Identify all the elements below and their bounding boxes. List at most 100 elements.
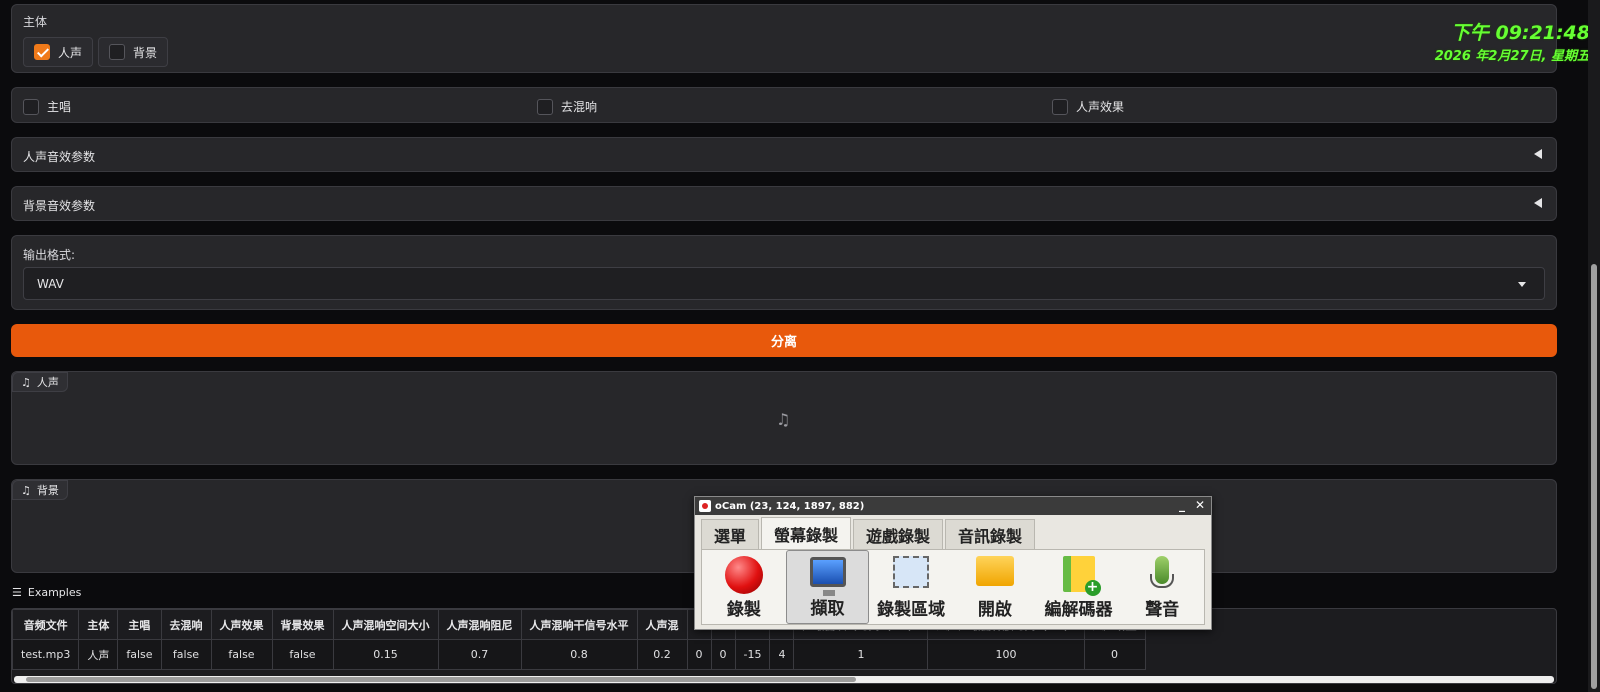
toggle-label: 人声效果 [1076,100,1125,114]
table-header-cell[interactable]: 人声混 [636,609,688,640]
open-button[interactable]: 開啟 [953,550,1037,624]
table-row[interactable]: test.mp3 人声 false false false false 0.15 0.7 0.8… [12,639,1146,670]
table-cell: false [117,639,162,670]
checkbox-icon[interactable] [537,98,553,115]
chevron-down-icon[interactable] [1518,282,1526,287]
checkbox-icon[interactable] [23,98,39,115]
clock-time: 下午 09:21:48 [1450,22,1590,44]
ocam-window: oCam (23, 124, 1897, 882) _ ✕ 選單 螢幕錄製 遊戲… [694,496,1212,630]
output-format-panel: 输出格式: WAV [11,235,1557,310]
accordion-background-params[interactable]: 背景音效参数 [11,186,1557,221]
table-cell: 人声 [78,639,119,670]
table-cell: 1 [793,639,929,670]
toggle-dereverb[interactable]: 去混响 [537,98,597,115]
table-cell: test.mp3 [12,639,80,670]
subject-option-label: 背景 [133,45,158,60]
table-cell: -15 [734,639,771,670]
audio-label: 人声 [36,376,59,389]
table-header-cell[interactable]: 人声混响空间大小 [332,609,439,640]
table-header-cell[interactable]: 去混响 [160,609,212,640]
scrollbar-thumb[interactable] [26,677,856,682]
accordion-vocal-params[interactable]: 人声音效参数 [11,137,1557,172]
output-format-label: 输出格式: [23,248,76,262]
subject-option-label: 人声 [58,45,83,60]
toggle-label: 主唱 [47,100,72,114]
sound-button[interactable]: 聲音 [1120,550,1204,624]
table-cell: false [160,639,212,670]
tab-audio-record[interactable]: 音訊錄製 [945,519,1036,549]
table-header-cell[interactable]: 人声混响阻尼 [437,609,522,640]
tab-game-record[interactable]: 遊戲錄製 [853,519,944,549]
record-icon [724,556,763,594]
table-header-cell[interactable]: 主唱 [117,609,162,640]
tool-label: 錄製區域 [877,600,946,620]
monitor-icon [809,557,846,596]
area-icon [893,556,930,588]
audio-tag: ♫ 背景 [12,480,68,500]
microphone-icon [1150,556,1175,588]
table-header-cell[interactable]: 背景效果 [271,609,334,640]
horizontal-scrollbar[interactable] [14,676,1554,683]
table-header-cell[interactable]: 人声效果 [210,609,273,640]
examples-title: Examples [27,586,82,599]
clock-overlay: 下午 09:21:48 2026 年2月27日, 星期五 [1435,18,1590,64]
tab-menu[interactable]: 選單 [701,519,760,549]
ocam-tabs: 選單 螢幕錄製 遊戲錄製 音訊錄製 [701,517,1037,549]
close-button[interactable]: ✕ [1195,498,1205,512]
table-cell: 0.7 [437,639,522,670]
capture-button[interactable]: 擷取 [785,550,870,624]
separate-button[interactable]: 分离 [11,324,1557,357]
toggles-panel: 主唱 去混响 人声效果 [11,87,1557,123]
table-cell: 0 [1083,639,1146,670]
expand-triangle-icon[interactable] [1534,198,1542,208]
folder-icon [975,556,1014,586]
output-format-select[interactable]: WAV [23,267,1545,300]
codec-icon [1062,556,1101,596]
ocam-app-icon [699,500,711,512]
subject-option-background[interactable]: 背景 [98,37,169,67]
scrollbar-thumb[interactable] [1591,264,1597,689]
toggle-label: 去混响 [561,100,598,114]
vertical-scrollbar[interactable] [1588,0,1600,692]
checkbox-checked-icon[interactable] [34,44,50,60]
table-cell: 0.8 [520,639,638,670]
toggle-vocal-effects[interactable]: 人声效果 [1052,98,1124,115]
tool-label: 擷取 [810,599,845,619]
expand-triangle-icon[interactable] [1534,149,1542,159]
record-button[interactable]: 錄製 [702,550,786,624]
examples-label: ☰ Examples [12,586,81,599]
table-cell: 0.2 [636,639,688,670]
toggle-lead-vocal[interactable]: 主唱 [23,98,71,115]
clock-date: 2026 年2月27日, 星期五 [1434,49,1590,64]
table-cell: false [210,639,273,670]
ocam-titlebar[interactable]: oCam (23, 124, 1897, 882) _ ✕ [695,497,1211,515]
minimize-button[interactable]: _ [1179,498,1185,512]
subject-option-vocals[interactable]: 人声 [23,37,94,67]
music-note-icon: ♫ [21,483,31,497]
table-header-cell[interactable]: 音频文件 [12,609,80,640]
vocals-audio-output: ♫ 人声 ♫ [11,371,1557,465]
checkbox-icon[interactable] [109,44,125,60]
music-note-icon: ♫ [21,375,31,389]
tool-label: 編解碼器 [1044,600,1113,620]
table-cell: 4 [769,639,795,670]
tab-screen-record[interactable]: 螢幕錄製 [761,517,852,549]
table-header-cell[interactable]: 主体 [78,609,119,640]
record-area-button[interactable]: 錄製區域 [869,550,953,624]
ocam-title: oCam (23, 124, 1897, 882) [715,500,865,512]
music-note-icon: ♫ [776,410,791,429]
audio-tag: ♫ 人声 [12,372,68,392]
table-cell: false [271,639,334,670]
table-cell: 100 [927,639,1085,670]
codec-button[interactable]: 編解碼器 [1037,550,1121,624]
table-cell: 0 [686,639,712,670]
ocam-toolbar: 錄製 擷取 錄製區域 開啟 編解碼器 聲音 [701,549,1205,625]
checkbox-icon[interactable] [1052,98,1068,115]
table-header-cell[interactable]: 人声混响干信号水平 [520,609,638,640]
tool-label: 聲音 [1145,600,1180,620]
accordion-title: 背景音效参数 [23,199,96,213]
tool-label: 開啟 [977,600,1012,620]
table-cell: 0.15 [332,639,439,670]
subject-label: 主体 [23,15,48,29]
audio-label: 背景 [36,484,59,497]
